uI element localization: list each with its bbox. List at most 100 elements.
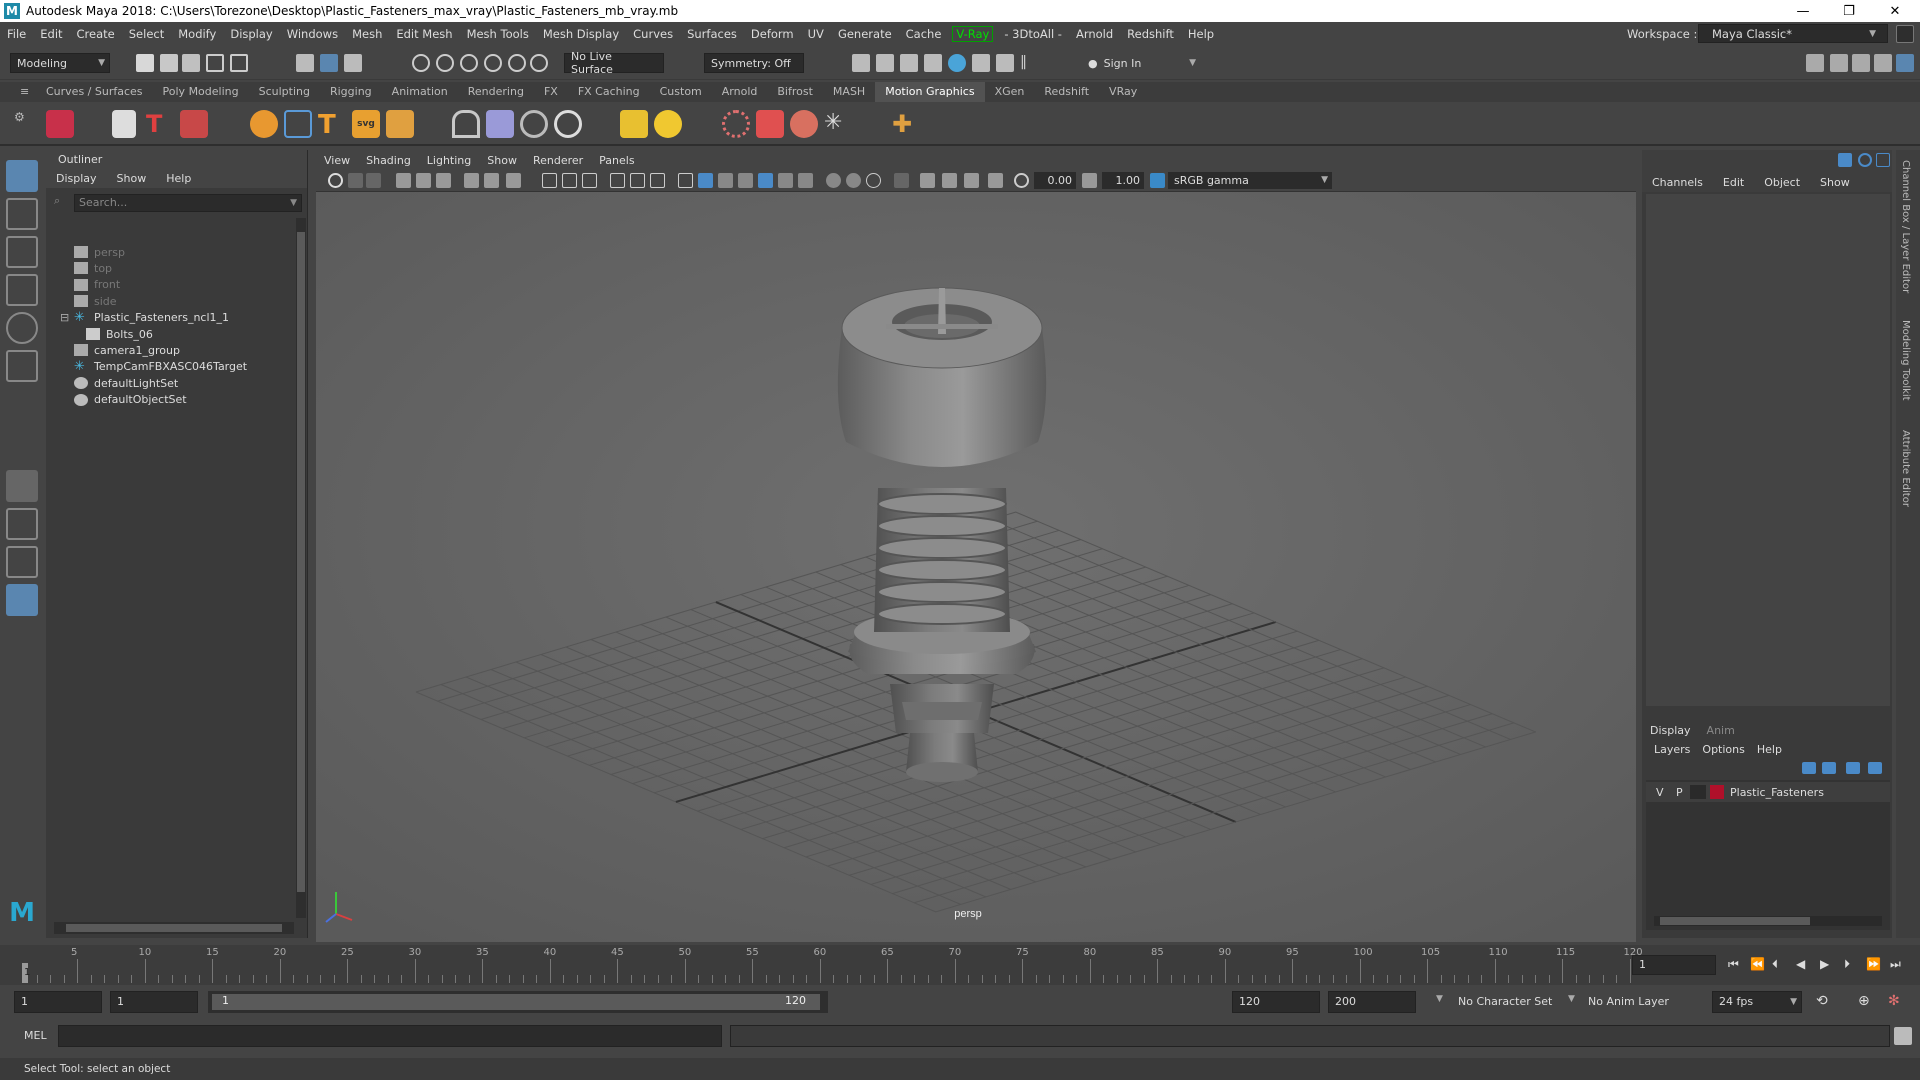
mash-network-icon[interactable] — [46, 110, 74, 138]
open-scene-icon[interactable] — [160, 54, 178, 72]
shelf-tab-rendering[interactable]: Rendering — [458, 82, 534, 102]
modeling-toolkit-icon[interactable] — [1806, 54, 1824, 72]
film-gate-icon[interactable] — [436, 173, 451, 188]
anim-start-field[interactable]: 1 — [14, 991, 102, 1013]
frame-selected-icon[interactable] — [964, 173, 979, 188]
outliner-search-input[interactable]: Search... ▼ — [74, 194, 302, 212]
character-set-arrow-icon[interactable]: ▼ — [1436, 994, 1443, 1004]
symmetry-dropdown[interactable]: Symmetry: Off — [704, 53, 804, 73]
menu-mesh-display[interactable]: Mesh Display — [536, 27, 626, 41]
scale-tool-icon[interactable] — [6, 350, 38, 382]
cb-menu-object[interactable]: Object — [1754, 176, 1810, 189]
move-tool-icon[interactable] — [6, 274, 38, 306]
layer-menu-options[interactable]: Options — [1696, 743, 1750, 756]
ao-icon[interactable] — [718, 173, 733, 188]
viewport-menu-renderer[interactable]: Renderer — [525, 154, 591, 167]
cmd-language-label[interactable]: MEL — [24, 1029, 47, 1042]
shelf-tab-sculpting[interactable]: Sculpting — [249, 82, 320, 102]
shelf-tab-xgen[interactable]: XGen — [985, 82, 1035, 102]
shelf-tab-redshift[interactable]: Redshift — [1034, 82, 1099, 102]
menu-display[interactable]: Display — [223, 27, 279, 41]
shelf-tab-poly-modeling[interactable]: Poly Modeling — [153, 82, 249, 102]
ipr-render-icon[interactable] — [900, 54, 918, 72]
attribute-editor-icon[interactable] — [1830, 54, 1848, 72]
shelf-tab-custom[interactable]: Custom — [650, 82, 712, 102]
menu-generate[interactable]: Generate — [831, 27, 899, 41]
vray-render-icon[interactable] — [948, 54, 966, 72]
layer-menu-help[interactable]: Help — [1751, 743, 1788, 756]
auto-key-icon[interactable]: ⊕ — [1858, 993, 1876, 1011]
layer-visibility-toggle[interactable]: V — [1656, 786, 1664, 799]
mode-dropdown[interactable]: Modeling ▼ — [10, 53, 110, 73]
shelf-tab-vray[interactable]: VRay — [1099, 82, 1147, 102]
exposure-field[interactable]: 0.00 — [1034, 172, 1076, 189]
tab-anim[interactable]: Anim — [1699, 724, 1743, 737]
move-layer-up-icon[interactable] — [1802, 762, 1816, 774]
cb-menu-channels[interactable]: Channels — [1642, 176, 1713, 189]
textured-icon[interactable] — [630, 173, 645, 188]
type-icon[interactable]: T — [318, 110, 346, 140]
menu-arnold[interactable]: Arnold — [1069, 27, 1120, 41]
shelf-tab-fx-caching[interactable]: FX Caching — [568, 82, 650, 102]
shelf-tab-animation[interactable]: Animation — [382, 82, 458, 102]
menu-surfaces[interactable]: Surfaces — [680, 27, 744, 41]
curve-icon[interactable] — [284, 110, 312, 138]
snap-grid-icon[interactable] — [412, 54, 430, 72]
anim-layer-dropdown[interactable]: No Anim Layer — [1588, 995, 1669, 1008]
resolution-gate-icon[interactable] — [464, 173, 479, 188]
text-tool-icon[interactable]: T — [146, 110, 174, 138]
stereo-icon[interactable] — [894, 173, 909, 188]
loop-icon[interactable]: ⟲ — [1816, 993, 1834, 1011]
render-settings-icon[interactable] — [924, 54, 942, 72]
step-back-key-icon[interactable]: ⏪ — [1750, 957, 1768, 975]
menu-deform[interactable]: Deform — [744, 27, 801, 41]
gamma-icon[interactable] — [1082, 173, 1097, 188]
restore-icon[interactable]: ❐ — [1826, 0, 1872, 22]
list-icon[interactable] — [112, 110, 136, 138]
rotate-tool-icon[interactable] — [6, 312, 38, 344]
pause-icon[interactable]: ‖ — [1020, 54, 1038, 72]
outliner-scrollbar[interactable] — [296, 218, 306, 918]
fluid-icon[interactable] — [790, 110, 818, 138]
playback-start-field[interactable]: 1 — [110, 991, 198, 1013]
menu-select[interactable]: Select — [122, 27, 171, 41]
menu-mesh[interactable]: Mesh — [345, 27, 389, 41]
light-plus-icon[interactable] — [620, 110, 648, 138]
move-layer-down-icon[interactable] — [1822, 762, 1836, 774]
tumble-icon[interactable] — [988, 173, 1003, 188]
isolate-icon[interactable] — [698, 173, 713, 188]
render-frame-icon[interactable] — [876, 54, 894, 72]
refresh-icon[interactable] — [554, 110, 582, 138]
new-scene-icon[interactable] — [136, 54, 154, 72]
single-pane-icon[interactable] — [6, 470, 38, 502]
workspace-dropdown[interactable]: Maya Classic* ▼ — [1698, 24, 1888, 43]
viewport-menu-shading[interactable]: Shading — [358, 154, 419, 167]
anim-end-field[interactable]: 200 — [1328, 991, 1416, 1013]
layer-playback-toggle[interactable]: P — [1676, 786, 1683, 799]
menu-file[interactable]: File — [0, 27, 33, 41]
viewport-menu-view[interactable]: View — [316, 154, 358, 167]
menu-modify[interactable]: Modify — [171, 27, 223, 41]
select-camera-icon[interactable] — [920, 173, 935, 188]
smooth-shade-icon[interactable] — [562, 173, 577, 188]
new-layer-icon[interactable] — [1846, 762, 1860, 774]
menu-mesh-tools[interactable]: Mesh Tools — [460, 27, 536, 41]
viewport[interactable]: View Shading Lighting Show Renderer Pane… — [316, 150, 1636, 942]
shelf-tab-fx[interactable]: FX — [534, 82, 568, 102]
sun-icon[interactable] — [654, 110, 682, 138]
expand-toggle-icon[interactable]: ⊟ — [60, 311, 69, 324]
command-input[interactable] — [58, 1025, 722, 1047]
vray-vfb-icon[interactable] — [972, 54, 990, 72]
exposure-icon[interactable] — [1014, 173, 1029, 188]
image-plane-icon[interactable] — [366, 173, 381, 188]
outliner-layout-icon[interactable] — [6, 584, 38, 616]
motion-blur-icon[interactable] — [738, 173, 753, 188]
layout-icon[interactable] — [1874, 54, 1892, 72]
sphere-icon[interactable] — [250, 110, 278, 138]
shelf-menu-icon[interactable]: ≡ — [0, 82, 36, 102]
render-view-icon[interactable] — [852, 54, 870, 72]
shirt-icon[interactable] — [756, 110, 784, 138]
select-component-icon[interactable] — [344, 54, 362, 72]
layer-color-swatch[interactable] — [1710, 785, 1724, 799]
outliner-menu-display[interactable]: Display — [46, 172, 107, 185]
